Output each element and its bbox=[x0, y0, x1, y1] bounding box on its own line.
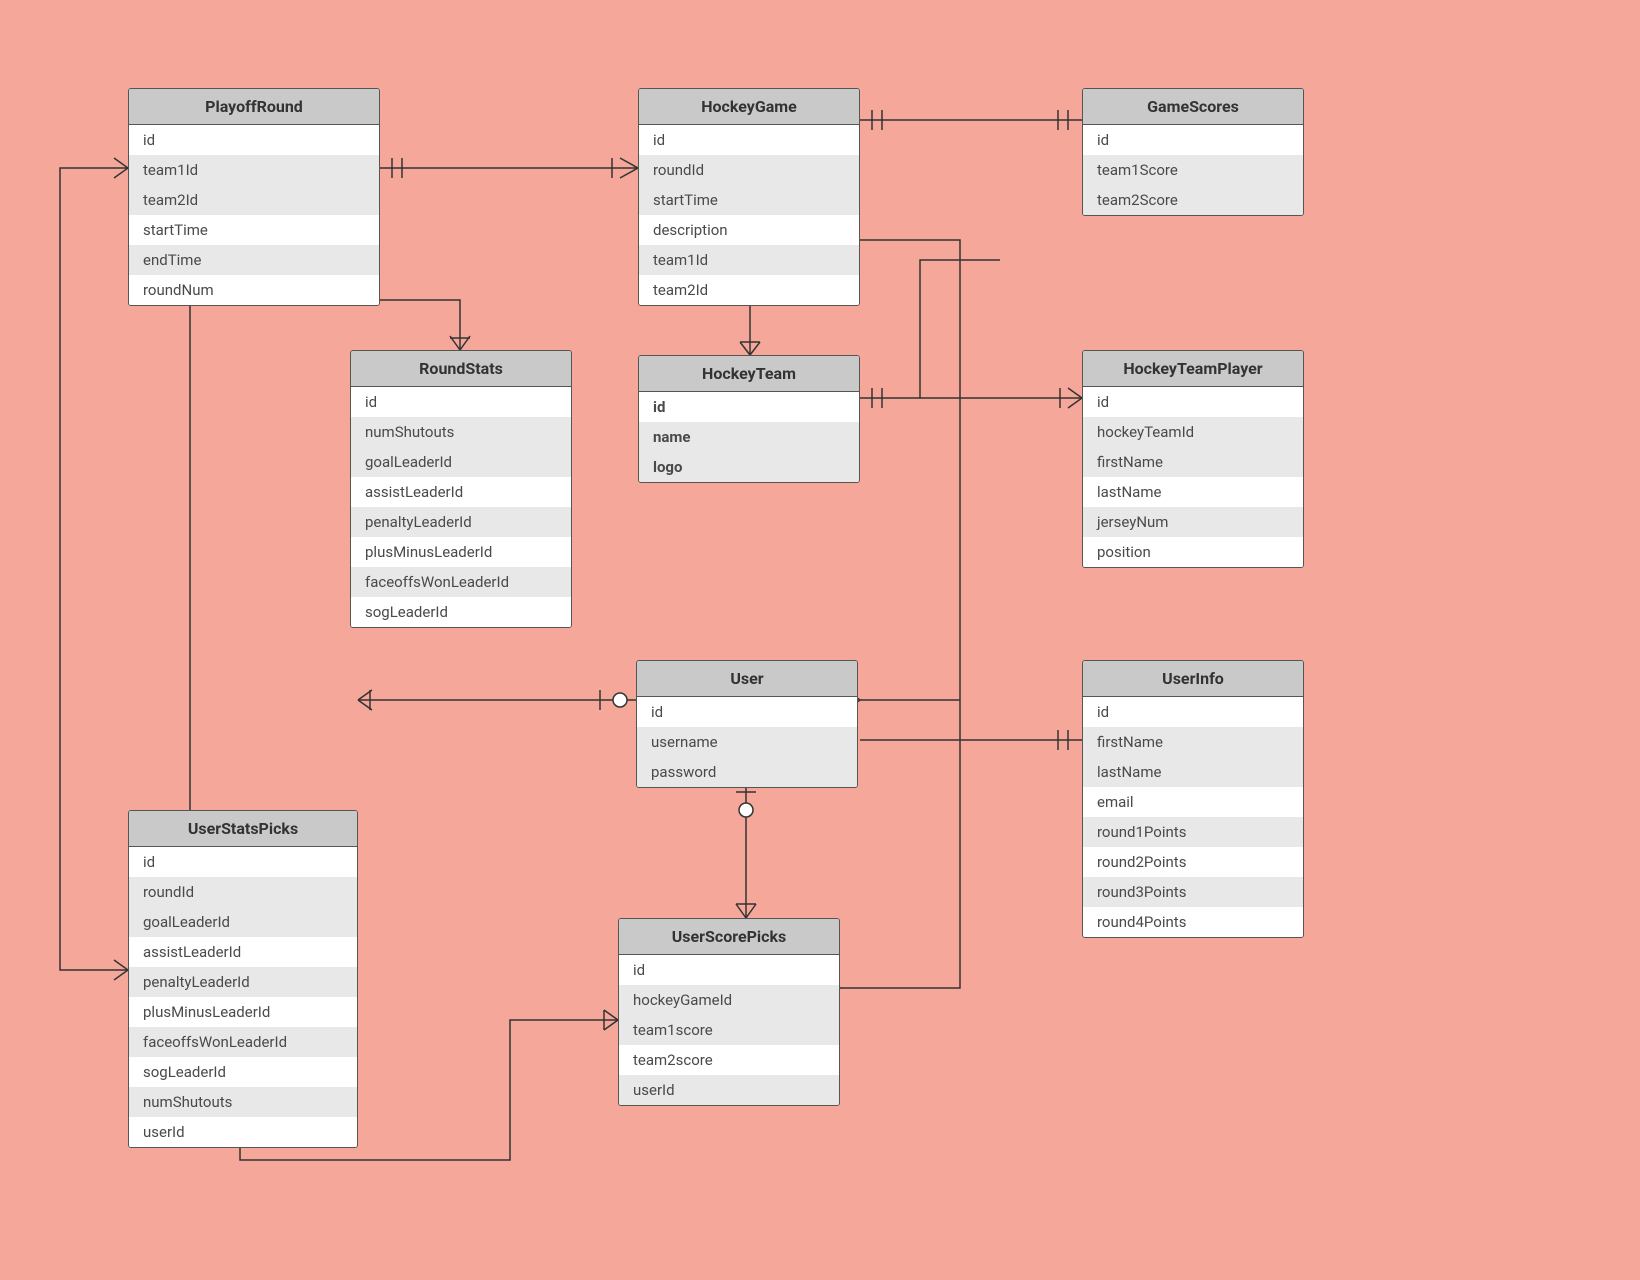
entity-user-score-picks: UserScorePicks id hockeyGameId team1scor… bbox=[618, 918, 840, 1106]
field: hockeyGameId bbox=[619, 985, 839, 1015]
field: plusMinusLeaderId bbox=[129, 997, 357, 1027]
field: username bbox=[637, 727, 857, 757]
field: lastName bbox=[1083, 757, 1303, 787]
field: roundId bbox=[639, 155, 859, 185]
field: name bbox=[639, 422, 859, 452]
entity-hockey-team-player: HockeyTeamPlayer id hockeyTeamId firstNa… bbox=[1082, 350, 1304, 568]
field: sogLeaderId bbox=[129, 1057, 357, 1087]
field: userId bbox=[619, 1075, 839, 1105]
field: round2Points bbox=[1083, 847, 1303, 877]
field: faceoffsWonLeaderId bbox=[129, 1027, 357, 1057]
field: endTime bbox=[129, 245, 379, 275]
field: goalLeaderId bbox=[351, 447, 571, 477]
entity-body: id roundId goalLeaderId assistLeaderId p… bbox=[129, 847, 357, 1147]
field: team1Id bbox=[639, 245, 859, 275]
entity-header: GameScores bbox=[1083, 89, 1303, 125]
entity-header: HockeyGame bbox=[639, 89, 859, 125]
entity-header: HockeyTeamPlayer bbox=[1083, 351, 1303, 387]
entity-body: id hockeyGameId team1score team2score us… bbox=[619, 955, 839, 1105]
field: team2Id bbox=[639, 275, 859, 305]
field: faceoffsWonLeaderId bbox=[351, 567, 571, 597]
field: numShutouts bbox=[351, 417, 571, 447]
field: team2Score bbox=[1083, 185, 1303, 215]
field: logo bbox=[639, 452, 859, 482]
field: penaltyLeaderId bbox=[351, 507, 571, 537]
field: lastName bbox=[1083, 477, 1303, 507]
field: team2Id bbox=[129, 185, 379, 215]
field: penaltyLeaderId bbox=[129, 967, 357, 997]
entity-body: id team1Id team2Id startTime endTime rou… bbox=[129, 125, 379, 305]
entity-body: id team1Score team2Score bbox=[1083, 125, 1303, 215]
field: assistLeaderId bbox=[129, 937, 357, 967]
entity-body: id name logo bbox=[639, 392, 859, 482]
field: id bbox=[129, 847, 357, 877]
field: position bbox=[1083, 537, 1303, 567]
field: startTime bbox=[129, 215, 379, 245]
field: team1score bbox=[619, 1015, 839, 1045]
entity-round-stats: RoundStats id numShutouts goalLeaderId a… bbox=[350, 350, 572, 628]
entity-header: PlayoffRound bbox=[129, 89, 379, 125]
field: plusMinusLeaderId bbox=[351, 537, 571, 567]
field: id bbox=[129, 125, 379, 155]
field: sogLeaderId bbox=[351, 597, 571, 627]
field: startTime bbox=[639, 185, 859, 215]
field: jerseyNum bbox=[1083, 507, 1303, 537]
field: round4Points bbox=[1083, 907, 1303, 937]
field: goalLeaderId bbox=[129, 907, 357, 937]
entity-user: User id username password bbox=[636, 660, 858, 788]
field: description bbox=[639, 215, 859, 245]
field: firstName bbox=[1083, 727, 1303, 757]
field: numShutouts bbox=[129, 1087, 357, 1117]
field: id bbox=[637, 697, 857, 727]
field: roundNum bbox=[129, 275, 379, 305]
entity-body: id roundId startTime description team1Id… bbox=[639, 125, 859, 305]
field: userId bbox=[129, 1117, 357, 1147]
entity-header: UserStatsPicks bbox=[129, 811, 357, 847]
entity-body: id username password bbox=[637, 697, 857, 787]
field: roundId bbox=[129, 877, 357, 907]
field: assistLeaderId bbox=[351, 477, 571, 507]
field: id bbox=[639, 392, 859, 422]
field: password bbox=[637, 757, 857, 787]
entity-header: HockeyTeam bbox=[639, 356, 859, 392]
field: id bbox=[619, 955, 839, 985]
field: id bbox=[1083, 697, 1303, 727]
field: firstName bbox=[1083, 447, 1303, 477]
field: id bbox=[639, 125, 859, 155]
entity-header: UserScorePicks bbox=[619, 919, 839, 955]
field: round3Points bbox=[1083, 877, 1303, 907]
entity-playoff-round: PlayoffRound id team1Id team2Id startTim… bbox=[128, 88, 380, 306]
entity-header: RoundStats bbox=[351, 351, 571, 387]
entity-body: id hockeyTeamId firstName lastName jerse… bbox=[1083, 387, 1303, 567]
entity-user-stats-picks: UserStatsPicks id roundId goalLeaderId a… bbox=[128, 810, 358, 1148]
field: team2score bbox=[619, 1045, 839, 1075]
entity-header: UserInfo bbox=[1083, 661, 1303, 697]
entity-hockey-team: HockeyTeam id name logo bbox=[638, 355, 860, 483]
field: id bbox=[1083, 387, 1303, 417]
field: id bbox=[1083, 125, 1303, 155]
entity-body: id numShutouts goalLeaderId assistLeader… bbox=[351, 387, 571, 627]
field: email bbox=[1083, 787, 1303, 817]
entity-hockey-game: HockeyGame id roundId startTime descript… bbox=[638, 88, 860, 306]
entity-header: User bbox=[637, 661, 857, 697]
entity-game-scores: GameScores id team1Score team2Score bbox=[1082, 88, 1304, 216]
field: team1Id bbox=[129, 155, 379, 185]
field: round1Points bbox=[1083, 817, 1303, 847]
field: team1Score bbox=[1083, 155, 1303, 185]
entity-user-info: UserInfo id firstName lastName email rou… bbox=[1082, 660, 1304, 938]
field: id bbox=[351, 387, 571, 417]
field: hockeyTeamId bbox=[1083, 417, 1303, 447]
entity-body: id firstName lastName email round1Points… bbox=[1083, 697, 1303, 937]
